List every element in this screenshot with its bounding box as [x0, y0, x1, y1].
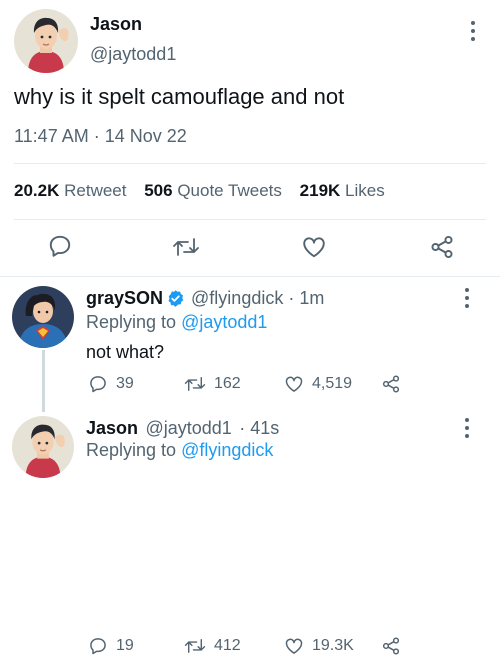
retweet-count: 20.2K: [14, 181, 60, 200]
divider: [14, 219, 486, 220]
heart-icon: [285, 638, 303, 654]
share-icon: [382, 375, 400, 393]
main-tweet-author-handle[interactable]: @jaytodd1: [90, 44, 176, 65]
main-tweet-more-options-icon[interactable]: [470, 21, 476, 41]
reply2-more-options-icon[interactable]: [464, 418, 470, 438]
quote-tweets-label: Quote Tweets: [177, 181, 282, 200]
retweet-icon: [184, 639, 206, 653]
tweet-stats: 20.2K Retweet 506 Quote Tweets 219K Like…: [14, 181, 385, 201]
reply-count: 39: [116, 375, 134, 392]
avatar-jason-image: [12, 416, 74, 478]
reply2-share-button[interactable]: [381, 636, 401, 656]
reply2-like-button[interactable]: 19.3K: [284, 636, 354, 656]
reply1-author-name[interactable]: graySON: [86, 288, 163, 309]
like-count: 19.3K: [312, 637, 354, 654]
main-tweet-reply-button[interactable]: [47, 233, 73, 264]
reply-icon: [90, 638, 106, 655]
retweet-stat[interactable]: 20.2K Retweet: [14, 181, 131, 200]
replying-to-label: Replying to: [86, 440, 177, 460]
reply2-avatar[interactable]: [12, 416, 74, 478]
reply1-retweet-button[interactable]: 162: [184, 374, 241, 394]
retweet-label: Retweet: [64, 181, 127, 200]
divider: [14, 163, 486, 164]
likes-count: 219K: [299, 181, 341, 200]
main-tweet-author-name[interactable]: Jason: [90, 14, 142, 35]
replying-to-link[interactable]: @jaytodd1: [181, 312, 267, 332]
retweet-icon: [173, 238, 199, 256]
reply1-header: graySON @flyingdick · 1m: [86, 288, 324, 309]
share-icon: [431, 235, 453, 259]
likes-stat[interactable]: 219K Likes: [300, 181, 385, 200]
reply1-like-button[interactable]: 4,519: [284, 374, 352, 394]
replying-to-label: Replying to: [86, 312, 177, 332]
reply1-reply-button[interactable]: 39: [88, 374, 134, 394]
reply-icon: [90, 376, 106, 393]
divider: [0, 276, 500, 277]
retweet-count: 412: [214, 637, 241, 654]
main-tweet-avatar[interactable]: [14, 9, 78, 73]
reply1-replying-to: Replying to @jaytodd1: [86, 312, 267, 333]
heart-icon: [285, 376, 303, 392]
reply1-share-button[interactable]: [381, 374, 401, 394]
thread-connector-line: [42, 350, 45, 412]
main-tweet-retweet-button[interactable]: [172, 234, 200, 265]
retweet-icon: [184, 377, 206, 391]
quote-tweets-count: 506: [144, 181, 173, 200]
likes-label: Likes: [345, 181, 385, 200]
reply1-more-options-icon[interactable]: [464, 288, 470, 308]
main-tweet-text: why is it spelt camouflage and not: [14, 84, 345, 109]
main-tweet-like-button[interactable]: [301, 234, 327, 265]
reply1-text: not what?: [86, 342, 165, 362]
reply2-author-name[interactable]: Jason: [86, 418, 138, 438]
reply1-time: · 1m: [288, 288, 325, 308]
quote-tweets-stat[interactable]: 506 Quote Tweets: [144, 181, 286, 200]
heart-icon: [303, 237, 325, 258]
main-tweet-timestamp[interactable]: 11:47 AM · 14 Nov 22: [14, 126, 187, 147]
reply1-author-handle[interactable]: @flyingdick: [191, 288, 283, 309]
reply2-header: Jason @jaytodd1 · 41s: [86, 418, 279, 439]
avatar-jason-image: [14, 9, 78, 73]
reply2-replying-to: Replying to @flyingdick: [86, 440, 273, 461]
replying-to-link[interactable]: @flyingdick: [181, 440, 273, 460]
reply-count: 19: [116, 637, 134, 654]
retweet-count: 162: [214, 375, 241, 392]
verified-badge-icon: [166, 289, 185, 308]
share-icon: [382, 637, 400, 655]
reply2-retweet-button[interactable]: 412: [184, 636, 241, 656]
like-count: 4,519: [312, 375, 353, 392]
reply2-time: · 41s: [239, 418, 280, 438]
reply-icon: [49, 235, 71, 257]
reply2-author-handle[interactable]: @jaytodd1: [145, 418, 231, 438]
reply2-reply-button[interactable]: 19: [88, 636, 134, 656]
avatar-grayson-image: [12, 286, 74, 348]
main-tweet-share-button[interactable]: [429, 234, 455, 265]
reply1-avatar[interactable]: [12, 286, 74, 348]
